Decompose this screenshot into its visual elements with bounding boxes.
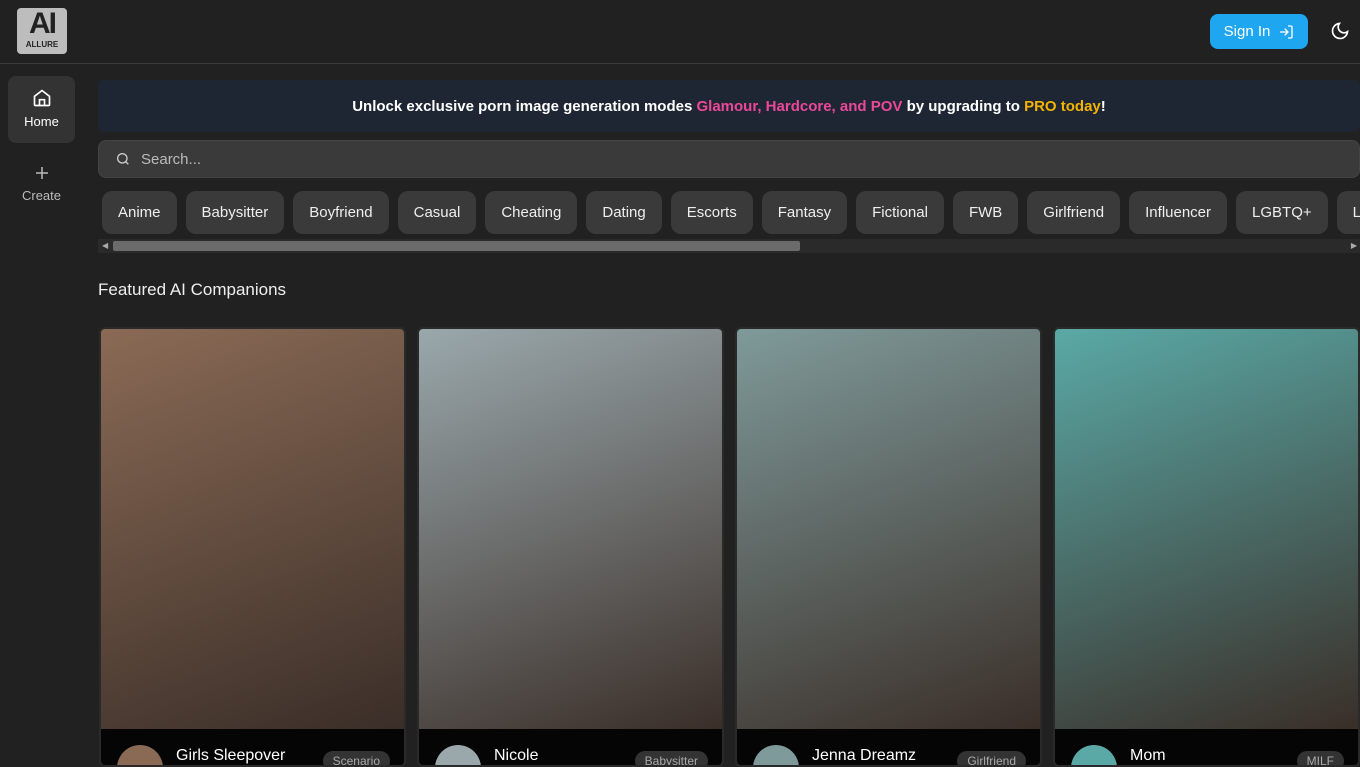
companion-name: Mom xyxy=(1130,747,1166,764)
category-chip[interactable]: Babysitter xyxy=(185,191,285,234)
scroll-right-icon[interactable]: ▶ xyxy=(1351,241,1357,250)
plus-icon xyxy=(35,167,48,179)
category-chip[interactable]: Casual xyxy=(397,191,477,234)
category-chip[interactable]: Cheating xyxy=(485,191,578,234)
category-chip[interactable]: Lo xyxy=(1336,191,1360,234)
category-chip[interactable]: Dating xyxy=(586,191,662,234)
chips-scrollbar[interactable]: ◀ ▶ xyxy=(98,239,1360,253)
companion-image xyxy=(737,329,1040,729)
scroll-left-icon[interactable]: ◀ xyxy=(102,241,108,250)
category-chips: Anime Babysitter Boyfriend Casual Cheating Da… xyxy=(102,191,1360,235)
companion-card[interactable]: Mom MILF xyxy=(1053,327,1360,767)
home-icon xyxy=(33,89,50,107)
sign-in-icon xyxy=(1280,24,1294,39)
search-icon xyxy=(117,153,129,165)
companion-card[interactable]: Jenna Dreamz Girlfriend xyxy=(735,327,1042,767)
category-badge: MILF xyxy=(1296,751,1344,765)
top-bar: AI ALLURE Sign In xyxy=(0,0,1360,64)
search-bar xyxy=(98,140,1360,178)
theme-toggle-moon-icon[interactable] xyxy=(1330,21,1350,41)
companion-name: Girls Sleepover xyxy=(176,747,286,764)
category-chip[interactable]: LGBTQ+ xyxy=(1236,191,1328,234)
sign-in-button[interactable]: Sign In xyxy=(1210,14,1308,49)
logo[interactable]: AI ALLURE xyxy=(17,8,67,54)
section-title: Featured AI Companions xyxy=(98,280,287,299)
sidebar-item-home[interactable]: Home xyxy=(8,76,75,143)
category-chip[interactable]: Boyfriend xyxy=(293,191,389,234)
pro-link[interactable]: PRO today xyxy=(1024,98,1101,115)
companion-card[interactable]: Girls Sleepover Scenario xyxy=(99,327,406,767)
companion-name: Jenna Dreamz xyxy=(812,747,917,764)
category-badge: Babysitter xyxy=(634,751,708,765)
category-badge: Girlfriend xyxy=(957,751,1026,765)
category-chip[interactable]: Fantasy xyxy=(761,191,848,234)
companion-image xyxy=(1055,329,1358,729)
sidebar-item-create[interactable]: Create xyxy=(8,152,75,219)
companion-card[interactable]: Nicole Babysitter xyxy=(417,327,724,767)
category-chip[interactable]: Anime xyxy=(102,191,177,234)
upgrade-banner[interactable]: Unlock exclusive porn image generation m… xyxy=(98,80,1360,132)
category-badge: Scenario xyxy=(322,751,390,765)
category-chip[interactable]: Influencer xyxy=(1129,191,1228,234)
companion-image xyxy=(419,329,722,729)
category-chip[interactable]: FWB xyxy=(952,191,1019,234)
category-chip[interactable]: Fictional xyxy=(856,191,944,234)
search-input[interactable] xyxy=(141,150,1241,168)
category-chip[interactable]: Escorts xyxy=(670,191,753,234)
scrollbar-thumb[interactable] xyxy=(113,241,800,251)
category-chip[interactable]: Girlfriend xyxy=(1027,191,1121,234)
companion-name: Nicole xyxy=(494,747,539,764)
companion-image xyxy=(101,329,404,729)
